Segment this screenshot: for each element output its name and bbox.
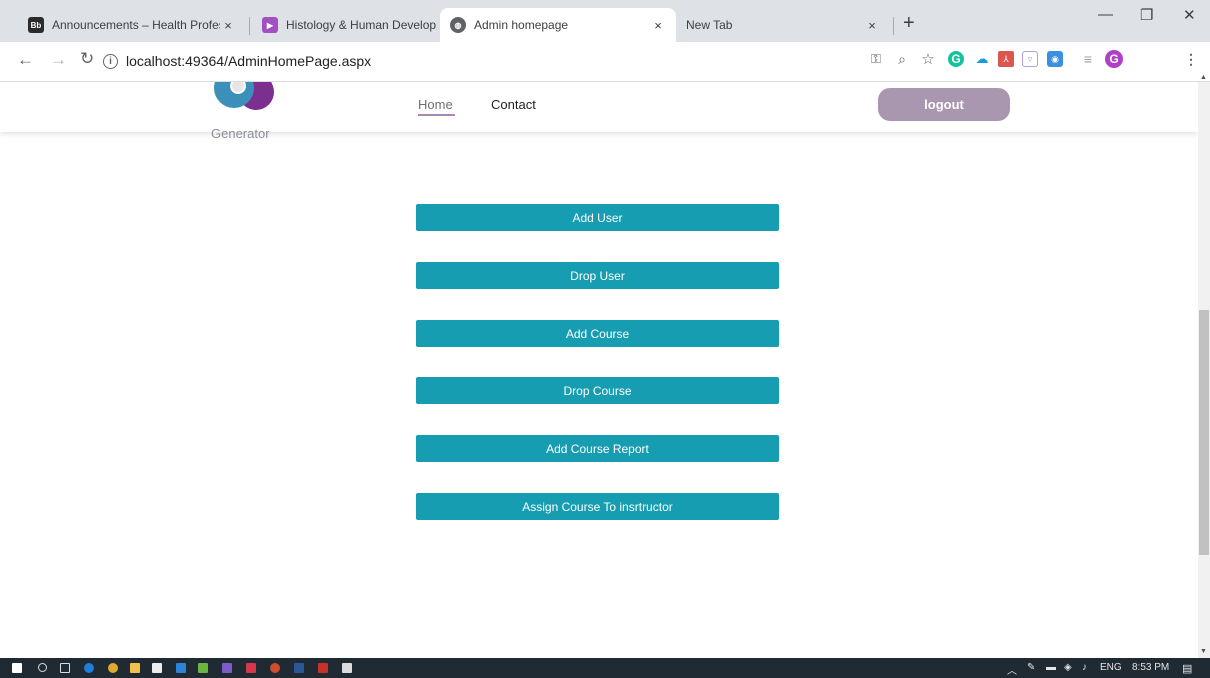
assign-course-button[interactable]: Assign Course To insrtructor xyxy=(416,493,779,520)
new-tab-button[interactable]: + xyxy=(903,12,915,35)
minimize-icon[interactable]: — xyxy=(1098,6,1113,23)
bookmark-star-icon[interactable]: ☆ xyxy=(920,51,936,68)
logo-text: Generator xyxy=(211,126,270,141)
scrollbar-thumb[interactable] xyxy=(1199,310,1209,555)
tab-title: Histology & Human Developmen xyxy=(286,18,436,32)
nav-active-underline xyxy=(418,114,455,116)
store-icon[interactable] xyxy=(152,663,162,673)
tab-separator xyxy=(893,17,894,35)
close-tab-icon[interactable]: × xyxy=(864,18,880,33)
nav-home-link[interactable]: Home xyxy=(418,97,453,112)
blackboard-icon: Bb xyxy=(28,17,44,33)
paint-icon[interactable] xyxy=(198,663,208,673)
powerpoint-icon[interactable] xyxy=(270,663,280,673)
media-icon[interactable] xyxy=(246,663,256,673)
menu-kebab-icon[interactable]: ⋮ xyxy=(1183,51,1199,67)
logout-button[interactable]: logout xyxy=(878,88,1010,121)
close-window-icon[interactable]: ✕ xyxy=(1183,6,1196,24)
tab-announcements[interactable]: Bb Announcements – Health Profess × xyxy=(18,8,246,42)
mail-icon[interactable] xyxy=(176,663,186,673)
drop-user-button[interactable]: Drop User xyxy=(416,262,779,289)
zoom-icon[interactable]: ⌕ xyxy=(894,51,910,67)
profile-avatar[interactable]: G xyxy=(1105,50,1123,68)
drop-course-button[interactable]: Drop Course xyxy=(416,377,779,404)
close-tab-icon[interactable]: × xyxy=(650,18,666,33)
language-indicator[interactable]: ENG xyxy=(1100,662,1122,673)
tab-new-tab[interactable]: New Tab × xyxy=(676,8,890,42)
tab-admin-homepage[interactable]: ◍ Admin homepage × xyxy=(440,8,676,42)
add-course-button[interactable]: Add Course xyxy=(416,320,779,347)
word-icon[interactable] xyxy=(294,663,304,673)
scroll-up-icon[interactable]: ▲ xyxy=(1200,74,1207,81)
chrome-icon[interactable] xyxy=(108,663,118,673)
visual-studio-icon[interactable] xyxy=(222,663,232,673)
tab-histology[interactable]: ▶ Histology & Human Developmen × xyxy=(252,8,462,42)
notifications-icon[interactable]: ▤ xyxy=(1182,662,1192,675)
volume-icon[interactable]: ♪ xyxy=(1082,662,1087,673)
tab-title: Admin homepage xyxy=(474,18,569,32)
address-bar[interactable]: i localhost:49364/AdminHomePage.aspx xyxy=(103,46,863,76)
pdf-icon[interactable]: ⅄ xyxy=(998,51,1014,67)
tray-chevron-icon[interactable]: ︿ xyxy=(1007,662,1017,677)
pen-icon[interactable]: ✎ xyxy=(1027,662,1035,673)
clock[interactable]: 8:53 PM xyxy=(1132,662,1169,673)
pocket-icon[interactable]: ▿ xyxy=(1022,51,1038,67)
page-viewport: Generator Home Contact logout Add User D… xyxy=(0,82,1198,658)
key-icon[interactable]: ⚿ xyxy=(868,51,884,67)
site-header xyxy=(0,82,1198,132)
forward-icon[interactable]: → xyxy=(50,50,67,70)
scroll-down-icon[interactable]: ▼ xyxy=(1200,648,1207,655)
maximize-icon[interactable]: ❐ xyxy=(1140,6,1153,24)
battery-icon[interactable]: ▬ xyxy=(1046,662,1056,673)
camera-icon[interactable]: ◉ xyxy=(1047,51,1063,67)
tab-title: Announcements – Health Profess xyxy=(52,18,220,32)
reading-list-icon[interactable]: ≡ xyxy=(1080,51,1096,67)
add-course-report-button[interactable]: Add Course Report xyxy=(416,435,779,462)
cloud-icon[interactable]: ☁ xyxy=(974,51,990,67)
globe-icon: ◍ xyxy=(450,17,466,33)
task-view-icon[interactable] xyxy=(60,663,70,673)
add-user-button[interactable]: Add User xyxy=(416,204,779,231)
file-explorer-icon[interactable] xyxy=(130,663,140,673)
tab-separator xyxy=(249,17,250,35)
edge-icon[interactable] xyxy=(84,663,94,673)
nav-contact-link[interactable]: Contact xyxy=(491,97,536,112)
grammarly-icon[interactable]: G xyxy=(948,51,964,67)
acrobat-icon[interactable] xyxy=(318,663,328,673)
network-icon[interactable]: ◈ xyxy=(1064,662,1072,673)
close-tab-icon[interactable]: × xyxy=(220,18,236,33)
windows-start-icon[interactable] xyxy=(12,663,22,673)
info-icon[interactable]: i xyxy=(103,53,118,69)
address-url: localhost:49364/AdminHomePage.aspx xyxy=(126,53,372,69)
reload-icon[interactable]: ↻ xyxy=(80,49,94,69)
back-icon[interactable]: ← xyxy=(17,50,34,70)
search-icon[interactable] xyxy=(38,663,47,672)
photos-icon[interactable] xyxy=(342,663,352,673)
tab-title: New Tab xyxy=(686,18,733,32)
play-icon: ▶ xyxy=(262,17,278,33)
